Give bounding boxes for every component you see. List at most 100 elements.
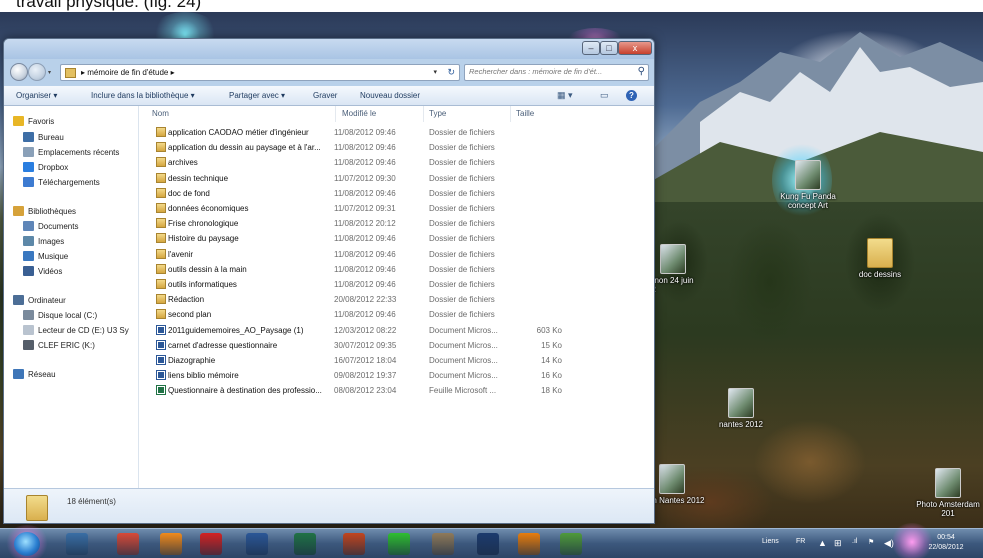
clock[interactable]: 00:54 22/08/2012 bbox=[924, 533, 968, 553]
share-with-button[interactable]: Partager avec ▾ bbox=[229, 91, 285, 100]
file-row[interactable]: doc de fond 11/08/2012 09:46 Dossier de fi… bbox=[148, 186, 548, 201]
nav-item[interactable]: Bibliothèques bbox=[4, 204, 139, 219]
title-bar[interactable]: – □ x bbox=[4, 39, 654, 59]
file-type: Document Micros... bbox=[429, 356, 498, 365]
burn-button[interactable]: Graver bbox=[313, 91, 337, 100]
column-header-name[interactable]: Nom bbox=[152, 109, 169, 118]
chrome-app-icon[interactable] bbox=[117, 533, 139, 555]
nav-item[interactable]: Dropbox bbox=[4, 160, 139, 175]
organize-button[interactable]: Organiser ▾ bbox=[16, 91, 57, 100]
column-header-date[interactable]: Modifié le bbox=[342, 109, 376, 118]
signal-tray-icon[interactable]: .ıl bbox=[852, 538, 857, 545]
file-row[interactable]: carnet d'adresse questionnaire 30/07/2012… bbox=[148, 338, 562, 353]
blender-app-icon[interactable] bbox=[518, 533, 540, 555]
file-row[interactable]: outils informatiques 11/08/2012 09:46 Doss… bbox=[148, 277, 548, 292]
nav-item[interactable]: Vidéos bbox=[4, 264, 139, 279]
file-name: outils dessin à la main bbox=[168, 264, 247, 274]
file-date: 09/08/2012 19:37 bbox=[334, 371, 397, 381]
paint-app-icon[interactable] bbox=[432, 533, 454, 555]
file-row[interactable]: liens biblio mémoire 09/08/2012 19:37 Docu… bbox=[148, 368, 562, 383]
close-button[interactable]: x bbox=[618, 41, 652, 55]
nav-item[interactable]: Documents bbox=[4, 219, 139, 234]
acrobat-app-icon[interactable] bbox=[200, 533, 222, 555]
file-row[interactable]: dessin technique 11/07/2012 09:30 Dossier … bbox=[148, 171, 548, 186]
back-button[interactable] bbox=[10, 63, 28, 81]
address-bar[interactable]: ▸ mémoire de fin d'étude ▸ ▾ ↻ bbox=[60, 64, 460, 81]
nav-item[interactable]: Ordinateur bbox=[4, 293, 139, 308]
vlc-app-icon[interactable] bbox=[160, 533, 182, 555]
file-row[interactable]: second plan 11/08/2012 09:46 Dossier de fi… bbox=[148, 307, 548, 322]
include-in-library-button[interactable]: Inclure dans la bibliothèque ▾ bbox=[91, 91, 195, 100]
search-input[interactable] bbox=[469, 67, 629, 76]
links-toolbar[interactable]: Liens bbox=[762, 538, 779, 545]
file-row[interactable]: outils dessin à la main 11/08/2012 09:46 D… bbox=[148, 262, 548, 277]
file-date: 11/08/2012 20:12 bbox=[334, 219, 396, 229]
new-folder-button[interactable]: Nouveau dossier bbox=[360, 91, 420, 100]
file-size: 15 Ko bbox=[541, 340, 562, 350]
language-indicator[interactable]: FR bbox=[796, 538, 805, 545]
flag-tray-icon[interactable]: ⚑ bbox=[868, 538, 874, 546]
nav-item[interactable]: CLEF ERIC (K:) bbox=[4, 338, 139, 353]
file-type: Dossier de fichiers bbox=[429, 234, 495, 244]
desktop-icon-kung-fu-panda[interactable]: Kung Fu Panda concept Art bbox=[773, 160, 843, 210]
search-box[interactable]: ⚲ bbox=[464, 64, 649, 81]
word-app-icon[interactable] bbox=[246, 533, 268, 555]
column-header-size[interactable]: Taille bbox=[516, 109, 534, 118]
preview-pane-icon[interactable]: ▭ bbox=[600, 90, 609, 101]
minimize-button[interactable]: – bbox=[582, 41, 600, 55]
file-row[interactable]: 2011guidememoires_AO_Paysage (1) 12/03/20… bbox=[148, 323, 562, 338]
refresh-icon[interactable]: ↻ bbox=[447, 67, 455, 78]
desktop-icon-doc-dessins[interactable]: doc dessins bbox=[845, 238, 915, 279]
file-row[interactable]: application CAODAO métier d'ingénieur 11/… bbox=[148, 125, 548, 140]
search-icon[interactable]: ⚲ bbox=[638, 66, 645, 77]
photoshop-app-icon[interactable] bbox=[477, 533, 499, 555]
file-row[interactable]: données économiques 11/07/2012 09:31 Dossi… bbox=[148, 201, 548, 216]
recent-pages-dropdown[interactable]: ▾ bbox=[48, 69, 51, 76]
help-icon[interactable]: ? bbox=[626, 90, 637, 101]
column-divider[interactable] bbox=[510, 106, 511, 122]
file-row[interactable]: Rédaction 20/08/2012 22:33 Dossier de fich… bbox=[148, 292, 548, 307]
folder-icon bbox=[156, 142, 166, 153]
file-name: Rédaction bbox=[168, 295, 205, 305]
folder-icon bbox=[65, 68, 76, 78]
nav-item[interactable]: Musique bbox=[4, 249, 139, 264]
file-size: 14 Ko bbox=[541, 356, 562, 365]
network-tray-icon[interactable]: ⊞ bbox=[834, 538, 842, 549]
nav-item[interactable]: Lecteur de CD (E:) U3 Sy bbox=[4, 323, 139, 338]
nav-item[interactable]: Emplacements récents bbox=[4, 145, 139, 160]
network-app-icon[interactable] bbox=[560, 533, 582, 555]
view-options-icon[interactable]: ▦ ▾ bbox=[557, 90, 573, 101]
word-file-icon bbox=[156, 355, 166, 365]
maximize-button[interactable]: □ bbox=[600, 41, 618, 55]
column-divider[interactable] bbox=[423, 106, 424, 122]
file-row[interactable]: Questionnaire à destination des professi… bbox=[148, 383, 562, 398]
desktop-icon-amsterdam[interactable]: Photo Amsterdam 201 bbox=[913, 468, 983, 518]
file-row[interactable]: application du dessin au paysage et à l'… bbox=[148, 140, 548, 155]
excel-app-icon[interactable] bbox=[294, 533, 316, 555]
file-row[interactable]: Frise chronologique 11/08/2012 20:12 Dossi… bbox=[148, 216, 548, 231]
nav-item[interactable]: Disque local (C:) bbox=[4, 308, 139, 323]
powerpoint-app-icon[interactable] bbox=[343, 533, 365, 555]
column-header-type[interactable]: Type bbox=[429, 109, 446, 118]
green-star-app-icon[interactable] bbox=[388, 533, 410, 555]
nav-item[interactable]: Réseau bbox=[4, 367, 139, 382]
address-path[interactable]: ▸ mémoire de fin d'étude ▸ bbox=[81, 68, 175, 77]
nav-item[interactable]: Téléchargements bbox=[4, 175, 139, 190]
address-dropdown[interactable]: ▾ bbox=[433, 68, 437, 76]
column-divider[interactable] bbox=[335, 106, 336, 122]
file-name: données économiques bbox=[168, 204, 249, 213]
explorer-app-icon[interactable] bbox=[66, 533, 88, 555]
file-row[interactable]: l'avenir 11/08/2012 09:46 Dossier de fichi… bbox=[148, 247, 548, 262]
desktop-icon-nantes-2012[interactable]: nantes 2012 bbox=[706, 388, 776, 429]
start-button[interactable] bbox=[14, 532, 40, 556]
file-row[interactable]: archives 11/08/2012 09:46 Dossier de fichi… bbox=[148, 155, 548, 170]
show-hidden-icons-icon[interactable]: ▲ bbox=[818, 538, 827, 548]
nav-item-label: CLEF ERIC (K:) bbox=[38, 341, 95, 350]
nav-item[interactable]: Images bbox=[4, 234, 139, 249]
file-row[interactable]: Diazographie 16/07/2012 18:04 Document Mic… bbox=[148, 353, 562, 368]
forward-button[interactable] bbox=[28, 63, 46, 81]
file-row[interactable]: Histoire du paysage 11/08/2012 09:46 Dossi… bbox=[148, 231, 548, 246]
nav-item[interactable]: Bureau bbox=[4, 130, 139, 145]
nav-item[interactable]: Favoris bbox=[4, 114, 139, 129]
folder-icon bbox=[156, 218, 166, 229]
